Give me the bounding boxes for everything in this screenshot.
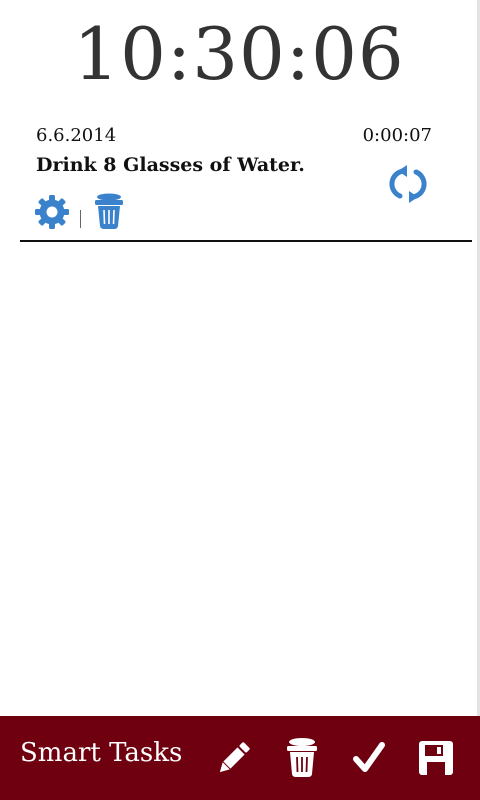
- checkmark-icon[interactable]: [347, 736, 391, 780]
- task-timer: 0:00:07: [362, 125, 432, 146]
- task-date: 6.6.2014: [36, 125, 117, 146]
- trash-icon[interactable]: [280, 736, 324, 780]
- gear-icon[interactable]: [34, 194, 70, 230]
- task-item[interactable]: 6.6.2014 0:00:07 Drink 8 Glasses of Wate…: [20, 120, 472, 242]
- refresh-icon[interactable]: [386, 162, 430, 206]
- divider: [80, 210, 81, 228]
- clock-display: 10:30:06: [73, 12, 405, 96]
- bottom-app-bar: Smart Tasks: [0, 716, 480, 800]
- trash-icon[interactable]: [92, 192, 126, 230]
- save-icon[interactable]: [414, 736, 458, 780]
- task-title: Drink 8 Glasses of Water.: [36, 154, 305, 176]
- app-title: Smart Tasks: [20, 738, 183, 768]
- pencil-icon[interactable]: [212, 736, 256, 780]
